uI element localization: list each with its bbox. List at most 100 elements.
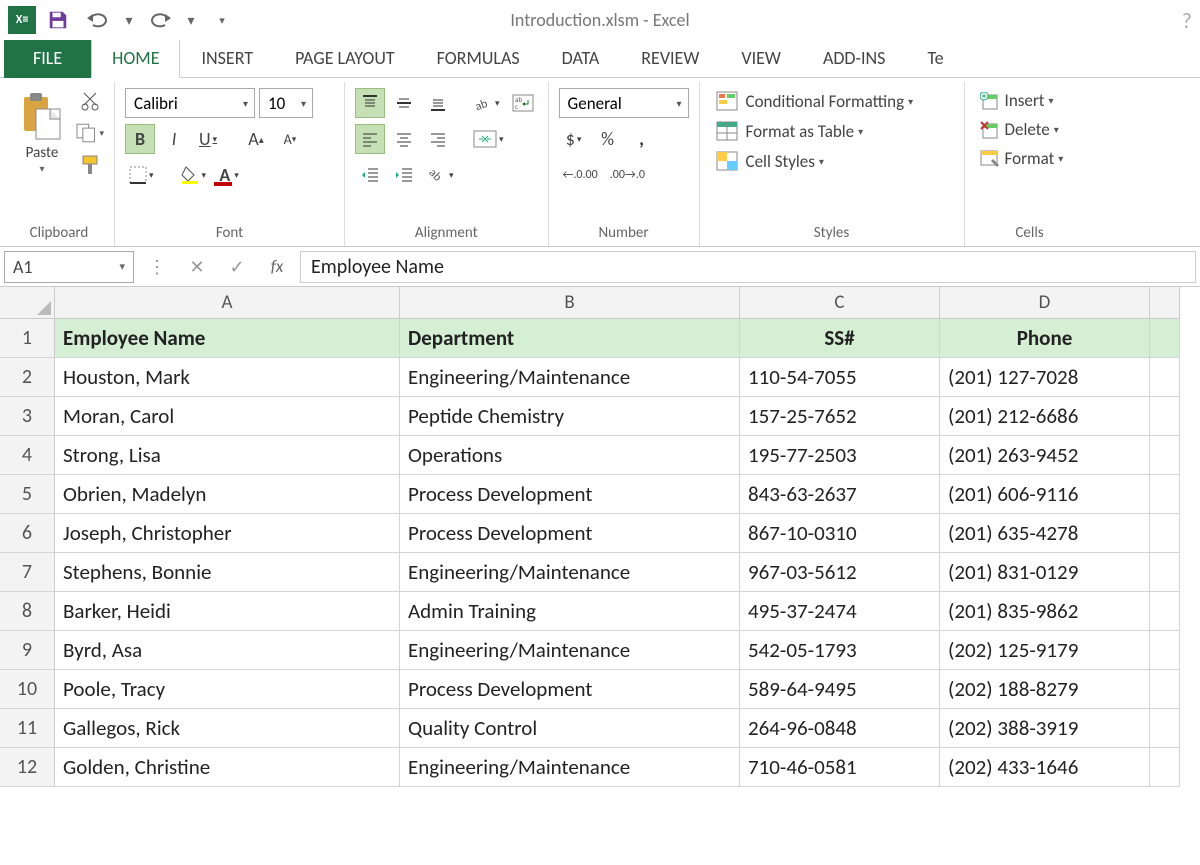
tab-review[interactable]: REVIEW — [620, 38, 720, 78]
data-cell[interactable]: 589-64-9495 — [740, 670, 940, 709]
data-cell[interactable]: (202) 125-9179 — [940, 631, 1150, 670]
bold-button[interactable]: B — [125, 124, 155, 154]
data-cell[interactable]: (201) 127-7028 — [940, 358, 1150, 397]
save-icon[interactable] — [44, 6, 72, 34]
data-cell[interactable]: 967-03-5612 — [740, 553, 940, 592]
redo-dropdown[interactable]: ▾ — [186, 6, 196, 34]
insert-cells-button[interactable]: Insert▾ — [975, 88, 1058, 113]
undo-button[interactable] — [84, 6, 112, 34]
orientation-vert-icon[interactable]: ab▾ — [423, 160, 458, 190]
row-header-7[interactable]: 7 — [0, 553, 55, 592]
orientation-icon[interactable]: ab▾ — [469, 88, 504, 118]
data-cell[interactable] — [1150, 631, 1180, 670]
data-cell[interactable] — [1150, 592, 1180, 631]
cut-icon[interactable] — [76, 88, 104, 114]
font-name-combo[interactable]: Calibri▾ — [125, 88, 255, 118]
shrink-font-icon[interactable]: A▾ — [275, 124, 305, 154]
insert-function-icon[interactable]: fx — [260, 252, 294, 282]
grow-font-icon[interactable]: A▴ — [241, 124, 271, 154]
data-cell[interactable]: Byrd, Asa — [55, 631, 400, 670]
increase-indent-icon[interactable] — [389, 160, 419, 190]
name-box[interactable]: A1▾ — [4, 251, 134, 283]
data-cell[interactable]: Peptide Chemistry — [400, 397, 740, 436]
row-header-9[interactable]: 9 — [0, 631, 55, 670]
data-cell[interactable] — [1150, 358, 1180, 397]
data-cell[interactable]: 157-25-7652 — [740, 397, 940, 436]
accounting-format-icon[interactable]: $▾ — [559, 124, 589, 154]
font-color-button[interactable]: A▾ — [214, 160, 244, 190]
row-header-5[interactable]: 5 — [0, 475, 55, 514]
select-all-button[interactable] — [0, 287, 55, 319]
format-as-table-button[interactable]: Format as Table▾ — [710, 118, 868, 144]
paste-button[interactable]: Paste ▾ — [14, 88, 70, 177]
tab-home[interactable]: HOME — [91, 38, 180, 78]
data-cell[interactable]: Strong, Lisa — [55, 436, 400, 475]
wrap-text-icon[interactable]: abc — [508, 88, 538, 118]
comma-format-icon[interactable]: , — [627, 124, 657, 154]
data-cell[interactable]: 264-96-0848 — [740, 709, 940, 748]
data-cell[interactable]: (201) 606-9116 — [940, 475, 1150, 514]
data-cell[interactable]: (202) 388-3919 — [940, 709, 1150, 748]
cancel-formula-icon[interactable]: ✕ — [180, 252, 214, 282]
data-cell[interactable]: Stephens, Bonnie — [55, 553, 400, 592]
data-cell[interactable]: (201) 835-9862 — [940, 592, 1150, 631]
data-cell[interactable] — [1150, 319, 1180, 358]
align-bottom-icon[interactable] — [423, 88, 453, 118]
row-header-3[interactable]: 3 — [0, 397, 55, 436]
row-header-8[interactable]: 8 — [0, 592, 55, 631]
formula-input[interactable]: Employee Name — [300, 251, 1196, 283]
format-cells-button[interactable]: Format▾ — [975, 146, 1068, 171]
row-header-2[interactable]: 2 — [0, 358, 55, 397]
data-cell[interactable]: (202) 188-8279 — [940, 670, 1150, 709]
column-header-C[interactable]: C — [740, 287, 940, 319]
data-cell[interactable] — [1150, 514, 1180, 553]
data-cell[interactable]: 495-37-2474 — [740, 592, 940, 631]
row-header-10[interactable]: 10 — [0, 670, 55, 709]
data-cell[interactable]: Houston, Mark — [55, 358, 400, 397]
fill-color-button[interactable]: ▾ — [176, 160, 211, 190]
help-icon[interactable]: ? — [1182, 7, 1192, 34]
undo-dropdown[interactable]: ▾ — [124, 6, 134, 34]
header-cell[interactable]: Phone — [940, 319, 1150, 358]
data-cell[interactable]: Quality Control — [400, 709, 740, 748]
data-cell[interactable]: (202) 433-1646 — [940, 748, 1150, 787]
align-right-icon[interactable] — [423, 124, 453, 154]
increase-decimal-icon[interactable]: ←.0.00 — [559, 160, 602, 190]
column-header-D[interactable]: D — [940, 287, 1150, 319]
delete-cells-button[interactable]: Delete▾ — [975, 117, 1063, 142]
data-cell[interactable]: 110-54-7055 — [740, 358, 940, 397]
data-cell[interactable]: Obrien, Madelyn — [55, 475, 400, 514]
data-cell[interactable] — [1150, 475, 1180, 514]
format-painter-icon[interactable] — [76, 152, 104, 178]
underline-button[interactable]: U▾ — [193, 124, 223, 154]
header-cell[interactable]: SS# — [740, 319, 940, 358]
data-cell[interactable]: 867-10-0310 — [740, 514, 940, 553]
tab-addins[interactable]: ADD-INS — [802, 38, 907, 78]
data-cell[interactable]: Barker, Heidi — [55, 592, 400, 631]
row-header-1[interactable]: 1 — [0, 319, 55, 358]
data-cell[interactable]: (201) 212-6686 — [940, 397, 1150, 436]
decrease-decimal-icon[interactable]: .00→.0 — [606, 160, 649, 190]
cell-styles-button[interactable]: Cell Styles▾ — [710, 148, 828, 174]
number-format-combo[interactable]: General▾ — [559, 88, 689, 118]
data-cell[interactable] — [1150, 748, 1180, 787]
align-top-icon[interactable] — [355, 88, 385, 118]
data-cell[interactable] — [1150, 553, 1180, 592]
data-cell[interactable] — [1150, 709, 1180, 748]
data-cell[interactable]: Process Development — [400, 514, 740, 553]
decrease-indent-icon[interactable] — [355, 160, 385, 190]
italic-button[interactable]: I — [159, 124, 189, 154]
tab-insert[interactable]: INSERT — [180, 38, 274, 78]
data-cell[interactable] — [1150, 397, 1180, 436]
tab-formulas[interactable]: FORMULAS — [416, 38, 541, 78]
data-cell[interactable]: (201) 831-0129 — [940, 553, 1150, 592]
data-cell[interactable]: Process Development — [400, 475, 740, 514]
tab-data[interactable]: DATA — [541, 38, 621, 78]
data-cell[interactable]: Moran, Carol — [55, 397, 400, 436]
data-cell[interactable]: Engineering/Maintenance — [400, 748, 740, 787]
data-cell[interactable]: Process Development — [400, 670, 740, 709]
data-cell[interactable]: Engineering/Maintenance — [400, 358, 740, 397]
row-header-4[interactable]: 4 — [0, 436, 55, 475]
header-cell[interactable]: Department — [400, 319, 740, 358]
merge-center-icon[interactable]: ▾ — [469, 124, 508, 154]
